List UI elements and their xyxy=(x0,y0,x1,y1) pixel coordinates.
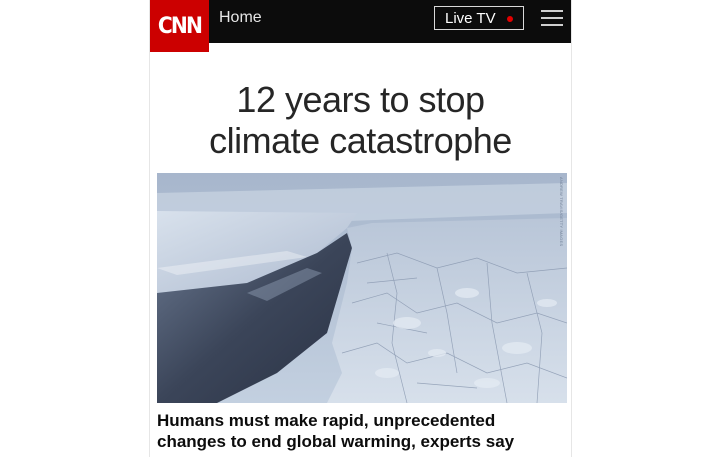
article-hero-image[interactable]: ANDREW TRAVIS/GETTY IMAGES xyxy=(157,173,567,403)
image-credit: ANDREW TRAVIS/GETTY IMAGES xyxy=(559,177,564,247)
headline-line-2: climate catastrophe xyxy=(209,120,512,161)
sea-ice-photo xyxy=(157,173,567,403)
live-tv-button[interactable]: Live TV xyxy=(434,6,524,30)
article-headline[interactable]: 12 years to stop climate catastrophe xyxy=(150,79,571,161)
mobile-page: CNN Home Live TV 12 years to stop climat… xyxy=(149,0,572,457)
logo-text: CNN xyxy=(157,13,203,39)
home-link[interactable]: Home xyxy=(219,9,262,27)
live-indicator-dot xyxy=(507,16,513,22)
headline-line-1: 12 years to stop xyxy=(236,79,485,120)
article-subheadline[interactable]: Humans must make rapid, unprecedented ch… xyxy=(157,410,567,452)
live-tv-label: Live TV xyxy=(445,9,496,27)
cnn-logo[interactable]: CNN xyxy=(150,0,209,52)
top-nav-bar: CNN Home Live TV xyxy=(150,0,571,52)
hamburger-menu-icon[interactable] xyxy=(541,10,563,26)
